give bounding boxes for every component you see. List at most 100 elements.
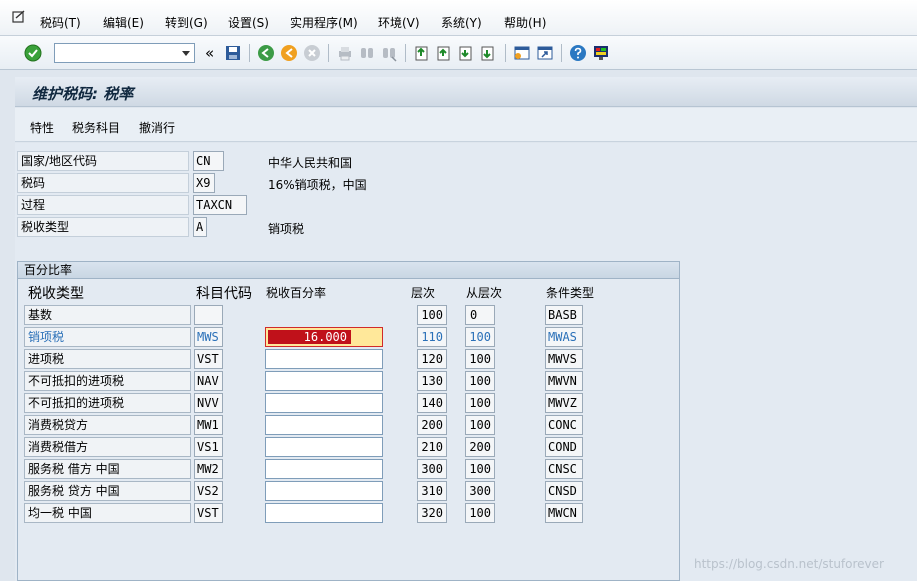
row-account-key: VST	[194, 349, 223, 369]
back-icon[interactable]	[257, 44, 275, 62]
column-header-account-key: 科目代码	[196, 286, 252, 302]
procedure-field[interactable]: TAXCN	[193, 195, 247, 215]
tax-accounts-button[interactable]: 税务科目	[72, 119, 120, 136]
menu-edit[interactable]: 编辑(E)	[103, 14, 144, 31]
sap-window: 税码(T) 编辑(E) 转到(G) 设置(S) 实用程序(M) 环境(V) 系统…	[0, 0, 917, 581]
tax-rate-input[interactable]	[265, 393, 383, 413]
country-code-description: 中华人民共和国	[268, 156, 353, 170]
tax-rate-input[interactable]	[265, 503, 383, 523]
tax-rate-input[interactable]: 16.000	[265, 327, 383, 347]
row-level: 310	[417, 481, 447, 501]
row-tax-type: 不可抵扣的进项税	[24, 393, 191, 413]
shortcut-icon[interactable]	[536, 44, 554, 62]
new-session-icon[interactable]	[513, 44, 531, 62]
row-tax-type: 均一税 中国	[24, 503, 191, 523]
find-icon[interactable]	[358, 44, 376, 62]
row-condition-type: CNSD	[545, 481, 583, 501]
command-field[interactable]	[54, 43, 195, 63]
toolbar-separator	[249, 44, 250, 62]
row-condition-type: MWVN	[545, 371, 583, 391]
menu-help[interactable]: 帮助(H)	[504, 14, 546, 31]
row-account-key: MW2	[194, 459, 223, 479]
row-tax-type: 进项税	[24, 349, 191, 369]
standard-toolbar: «	[0, 36, 917, 70]
row-account-key: MW1	[194, 415, 223, 435]
tax-rate-value: 16.000	[268, 330, 351, 344]
toolbar-separator	[505, 44, 506, 62]
row-tax-type: 基数	[24, 305, 191, 325]
row-condition-type: MWVZ	[545, 393, 583, 413]
column-header-condition-type: 条件类型	[546, 286, 595, 300]
menu-system[interactable]: 系统(Y)	[441, 14, 482, 31]
tax-code-label: 税码	[17, 173, 189, 193]
tax-rate-input[interactable]	[265, 371, 383, 391]
procedure-label: 过程	[17, 195, 189, 215]
group-title: 百分比率	[18, 262, 679, 279]
chevron-down-icon[interactable]	[182, 51, 190, 56]
toolbar-separator	[561, 44, 562, 62]
next-page-icon[interactable]	[457, 44, 475, 62]
column-header-level: 层次	[411, 286, 436, 300]
row-account-key: MWS	[194, 327, 223, 347]
row-level: 120	[417, 349, 447, 369]
row-level: 300	[417, 459, 447, 479]
tax-rate-input[interactable]	[265, 437, 383, 457]
row-from-level: 100	[465, 371, 495, 391]
undo-line-button[interactable]: 撤消行	[139, 119, 175, 136]
row-account-key: VS1	[194, 437, 223, 457]
row-level: 200	[417, 415, 447, 435]
cancel-icon[interactable]	[303, 44, 321, 62]
last-page-icon[interactable]	[479, 44, 497, 62]
menu-environment[interactable]: 环境(V)	[378, 14, 420, 31]
tax-rate-input[interactable]	[265, 459, 383, 479]
row-from-level: 300	[465, 481, 495, 501]
row-condition-type: BASB	[545, 305, 583, 325]
row-account-key: VS2	[194, 481, 223, 501]
toolbar-separator	[405, 44, 406, 62]
country-code-label: 国家/地区代码	[17, 151, 189, 171]
page-title: 维护税码: 税率	[32, 85, 134, 103]
menu-settings[interactable]: 设置(S)	[228, 14, 269, 31]
screen-title-bar: 维护税码: 税率	[15, 77, 917, 107]
row-account-key: NAV	[194, 371, 223, 391]
double-left-arrow-icon[interactable]: «	[205, 44, 214, 62]
tax-rate-input[interactable]	[265, 481, 383, 501]
row-level: 100	[417, 305, 447, 325]
row-level: 210	[417, 437, 447, 457]
row-from-level: 200	[465, 437, 495, 457]
tax-type-field[interactable]: A	[193, 217, 207, 237]
tax-type-description: 销项税	[268, 222, 305, 236]
print-icon[interactable]	[336, 44, 354, 62]
row-tax-type: 不可抵扣的进项税	[24, 371, 191, 391]
exit-icon[interactable]	[280, 44, 298, 62]
row-level: 140	[417, 393, 447, 413]
row-account-key: VST	[194, 503, 223, 523]
tax-rate-input[interactable]	[265, 415, 383, 435]
customize-layout-icon[interactable]	[592, 44, 610, 62]
tax-rate-input[interactable]	[265, 349, 383, 369]
row-tax-type: 服务税 贷方 中国	[24, 481, 191, 501]
first-page-icon[interactable]	[413, 44, 431, 62]
save-icon[interactable]	[224, 44, 242, 62]
row-from-level: 100	[465, 459, 495, 479]
previous-page-icon[interactable]	[435, 44, 453, 62]
find-next-icon[interactable]	[380, 44, 398, 62]
menu-tax-code[interactable]: 税码(T)	[40, 14, 81, 31]
tax-code-field[interactable]: X9	[193, 173, 215, 193]
row-condition-type: MWVS	[545, 349, 583, 369]
window-menu-icon[interactable]	[12, 10, 26, 24]
country-code-field[interactable]: CN	[193, 151, 224, 171]
row-level: 130	[417, 371, 447, 391]
properties-button[interactable]: 特性	[30, 119, 54, 136]
row-condition-type: MWCN	[545, 503, 583, 523]
row-tax-type: 消费税借方	[24, 437, 191, 457]
row-from-level: 100	[465, 349, 495, 369]
row-condition-type: COND	[545, 437, 583, 457]
row-level: 110	[417, 327, 447, 347]
help-icon[interactable]	[569, 44, 587, 62]
menu-utilities[interactable]: 实用程序(M)	[290, 14, 358, 31]
check-icon[interactable]	[24, 44, 42, 62]
menu-bar: 税码(T) 编辑(E) 转到(G) 设置(S) 实用程序(M) 环境(V) 系统…	[0, 0, 917, 36]
row-condition-type: MWAS	[545, 327, 583, 347]
menu-goto[interactable]: 转到(G)	[165, 14, 208, 31]
